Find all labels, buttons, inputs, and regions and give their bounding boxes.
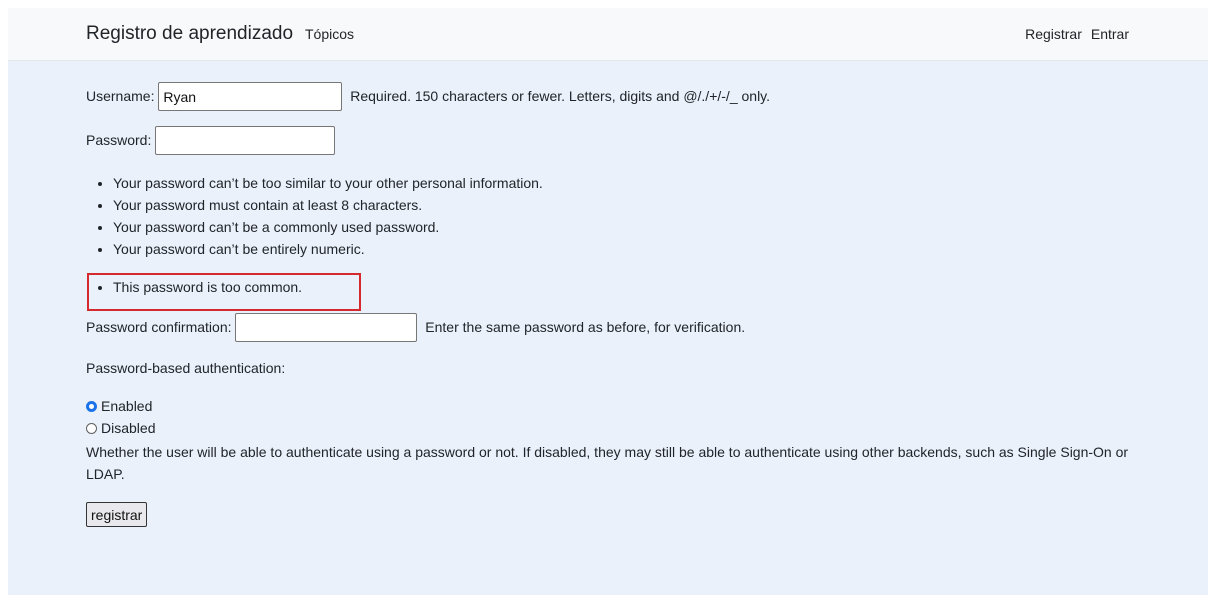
password-confirmation-input[interactable]: [235, 313, 418, 342]
username-help-text: Required. 150 characters or fewer. Lette…: [350, 88, 771, 104]
list-item: Your password can’t be entirely numeric.: [113, 238, 543, 260]
password-confirmation-help-text: Enter the same password as before, for v…: [425, 319, 746, 335]
username-label: Username:: [86, 88, 155, 104]
password-row: Password:: [86, 126, 336, 155]
username-row: Username: Required. 150 characters or fe…: [86, 82, 770, 111]
password-label: Password:: [86, 132, 152, 148]
list-item: Your password can’t be a commonly used p…: [113, 216, 543, 238]
page-frame: Registro de aprendizado Tópicos Registra…: [8, 8, 1208, 595]
nav-right-links: Registrar Entrar: [1025, 26, 1129, 42]
register-submit-button[interactable]: registrar: [86, 502, 148, 527]
radio-disabled-unchecked-icon[interactable]: [86, 423, 97, 434]
radio-enabled-label: Enabled: [101, 398, 153, 414]
navbar: Registro de aprendizado Tópicos Registra…: [8, 8, 1208, 61]
nav-link-topics[interactable]: Tópicos: [305, 26, 354, 42]
list-item: Your password must contain at least 8 ch…: [113, 194, 543, 216]
auth-help-text: Whether the user will be able to authent…: [86, 444, 1129, 482]
radio-option-enabled[interactable]: Enabled: [86, 396, 152, 417]
radio-enabled-checked-icon[interactable]: [86, 401, 97, 412]
nav-link-register[interactable]: Registrar: [1025, 26, 1082, 42]
auth-label: Password-based authentication:: [86, 360, 286, 376]
radio-option-disabled[interactable]: Disabled: [86, 418, 155, 439]
username-input[interactable]: [158, 82, 343, 111]
password-confirmation-label: Password confirmation:: [86, 319, 232, 335]
password-rules-list: Your password can’t be too similar to yo…: [86, 172, 543, 260]
brand-link[interactable]: Registro de aprendizado: [86, 23, 293, 45]
list-item: Your password can’t be too similar to yo…: [113, 172, 543, 194]
radio-disabled-label: Disabled: [101, 420, 156, 436]
password-input[interactable]: [155, 126, 336, 155]
nav-link-login[interactable]: Entrar: [1091, 26, 1129, 42]
error-highlight-box: [87, 273, 361, 311]
password-confirmation-row: Password confirmation: Enter the same pa…: [86, 313, 745, 342]
